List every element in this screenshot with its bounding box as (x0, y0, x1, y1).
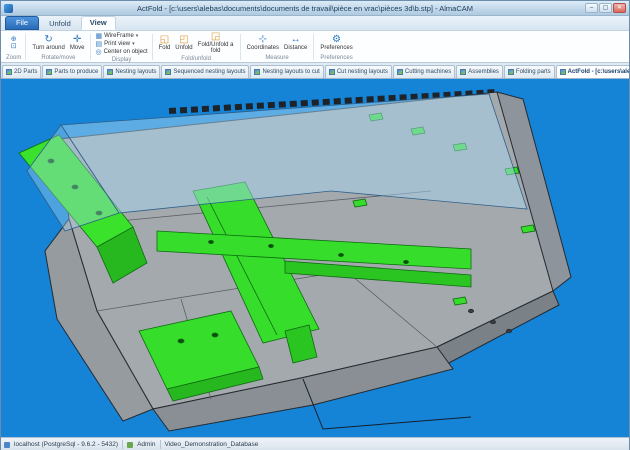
app-window: ActFold - [c:\users\alebas\documents\doc… (0, 0, 630, 450)
zoom-window-button[interactable]: ⊡ (11, 43, 17, 50)
ribbon-group-measure: ⊹ Coordinates ↔ Distance Measure (242, 32, 313, 62)
close-button[interactable]: ✕ (613, 3, 626, 13)
ribbon-divider (240, 34, 241, 60)
tab-unfold[interactable]: Unfold (41, 18, 79, 30)
doc-tab-icon (397, 69, 403, 75)
ribbon-group-rotate-move: ↻ Turn around ✛ Move Rotate/move (27, 32, 89, 62)
turn-around-button[interactable]: ↻ Turn around (30, 35, 66, 51)
ribbon-group-label-preferences: Preferences (320, 54, 352, 62)
ribbon-group-label-zoom: Zoom (6, 54, 21, 62)
doc-tab-sequenced-nesting-layouts[interactable]: Sequenced nesting layouts (161, 65, 249, 78)
user-icon (127, 442, 133, 448)
chevron-down-icon: ▾ (136, 32, 139, 40)
unfold-button[interactable]: ◰ Unfold (173, 35, 194, 51)
coordinates-button[interactable]: ⊹ Coordinates (245, 35, 281, 51)
move-icon: ✛ (73, 35, 81, 45)
doc-tab-icon (460, 69, 466, 75)
ribbon-divider (313, 34, 314, 60)
ribbon: ⊕ ⊡ Zoom ↻ Turn around ✛ Move Rotate/mov… (1, 31, 629, 63)
tab-view[interactable]: View (81, 16, 116, 30)
doc-tab-icon (329, 69, 335, 75)
fold-icon: ◱ (160, 35, 169, 45)
doc-tab-icon (254, 69, 260, 75)
doc-tab-nesting-layouts-to-cut[interactable]: Nesting layouts to cut (250, 65, 323, 78)
doc-tab-icon (6, 69, 12, 75)
window-title: ActFold - [c:\users\alebas\documents\doc… (31, 4, 579, 13)
unfold-icon: ◰ (179, 35, 188, 45)
doc-tab-nesting-layouts[interactable]: Nesting layouts (103, 65, 160, 78)
status-session: Video_Demonstration_Database (165, 441, 259, 448)
doc-tab-2d-parts[interactable]: 2D Parts (2, 65, 41, 78)
ribbon-group-fold-unfold: ◱ Fold ◰ Unfold ◲ Fold/Unfold a fold Fol… (154, 32, 239, 62)
status-user: Admin (137, 441, 155, 448)
print-view-icon: ▤ (95, 41, 102, 48)
ribbon-divider (152, 34, 153, 60)
move-label: Move (70, 45, 85, 51)
ribbon-group-label-rotate-move: Rotate/move (41, 54, 75, 62)
doc-tab-icon (508, 69, 514, 75)
ribbon-group-preferences: ⚙ Preferences Preferences (315, 32, 357, 62)
doc-tab-cut-nesting-layouts[interactable]: Cut nesting layouts (325, 65, 392, 78)
print-view-button[interactable]: ▤ Print view ▾ (95, 40, 134, 48)
doc-tab-icon (107, 69, 113, 75)
fold-label: Fold (159, 45, 171, 51)
fold-unfold-a-fold-icon: ◲ (211, 32, 220, 42)
ribbon-group-label-measure: Measure (265, 54, 288, 62)
wireframe-icon: ▦ (95, 33, 102, 40)
wireframe-label: WireFrame (104, 32, 134, 40)
zoom-in-button[interactable]: ⊕ (11, 36, 17, 43)
document-tab-strip: 2D Parts Parts to produce Nesting layout… (1, 63, 629, 79)
print-view-label: Print view (104, 40, 130, 48)
status-database: localhost (PostgreSql - 9.6.2 - 5432) (14, 441, 118, 448)
fold-button[interactable]: ◱ Fold (157, 35, 173, 51)
center-on-object-label: Center on object (104, 48, 148, 56)
ribbon-group-zoom: ⊕ ⊡ Zoom (3, 32, 24, 62)
database-icon (4, 442, 10, 448)
titlebar: ActFold - [c:\users\alebas\documents\doc… (1, 1, 629, 16)
doc-tab-folding-parts[interactable]: Folding parts (504, 65, 555, 78)
ribbon-divider (25, 34, 26, 60)
maximize-button[interactable]: ▢ (599, 3, 612, 13)
app-icon (4, 4, 13, 13)
fold-unfold-a-fold-label: Fold/Unfold a fold (198, 42, 234, 55)
doc-tab-parts-to-produce[interactable]: Parts to produce (42, 65, 102, 78)
status-divider (122, 440, 123, 449)
distance-button[interactable]: ↔ Distance (282, 35, 309, 51)
ribbon-group-label-fold-unfold: Fold/unfold (181, 55, 211, 63)
doc-tab-icon (560, 69, 566, 75)
distance-icon: ↔ (291, 35, 301, 45)
unfold-label: Unfold (175, 45, 192, 51)
preferences-label: Preferences (320, 45, 352, 51)
move-button[interactable]: ✛ Move (68, 35, 87, 51)
zoom-window-icon: ⊡ (11, 43, 17, 50)
doc-tab-actfold-active[interactable]: ActFold - [c:\users\alebas (556, 65, 629, 78)
cad-part-drawing (1, 79, 629, 437)
doc-tab-icon (46, 69, 52, 75)
chevron-down-icon: ▾ (132, 40, 135, 48)
status-divider (160, 440, 161, 449)
distance-label: Distance (284, 45, 307, 51)
center-on-object-button[interactable]: ◎ Center on object (95, 48, 147, 56)
preferences-button[interactable]: ⚙ Preferences (318, 35, 354, 51)
coordinates-label: Coordinates (247, 45, 279, 51)
ribbon-tab-strip: File Unfold View (1, 16, 629, 31)
center-on-object-icon: ◎ (95, 49, 101, 56)
viewport-3d[interactable] (1, 79, 629, 437)
minimize-button[interactable]: – (585, 3, 598, 13)
ribbon-divider (90, 34, 91, 60)
preferences-gear-icon: ⚙ (332, 35, 341, 45)
fold-unfold-a-fold-button[interactable]: ◲ Fold/Unfold a fold (196, 32, 236, 55)
wireframe-button[interactable]: ▦ WireFrame ▾ (95, 32, 138, 40)
doc-tab-cutting-machines[interactable]: Cutting machines (393, 65, 455, 78)
turn-around-icon: ↻ (44, 35, 52, 45)
doc-tab-assemblies[interactable]: Assemblies (456, 65, 503, 78)
coordinates-icon: ⊹ (259, 35, 267, 45)
doc-tab-icon (165, 69, 171, 75)
ribbon-group-display: ▦ WireFrame ▾ ▤ Print view ▾ ◎ Center on… (92, 32, 150, 62)
turn-around-label: Turn around (32, 45, 64, 51)
statusbar: localhost (PostgreSql - 9.6.2 - 5432) Ad… (1, 437, 629, 450)
tab-file[interactable]: File (5, 16, 39, 30)
zoom-in-icon: ⊕ (11, 36, 17, 43)
